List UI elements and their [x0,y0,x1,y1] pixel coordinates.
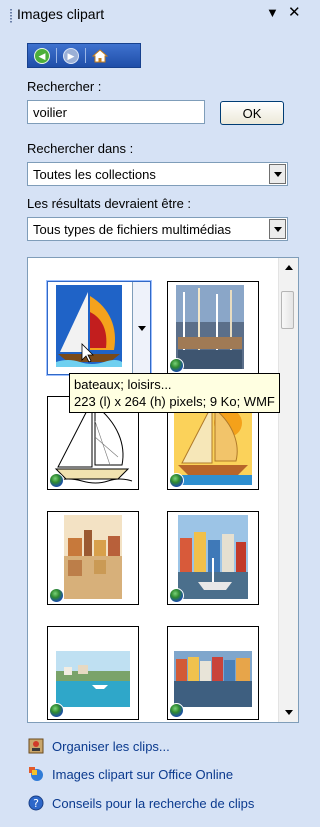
clip-thumbnail-harbor-houses[interactable] [167,626,259,720]
dropdown-arrow-icon[interactable] [269,219,286,239]
clip-thumbnail-canal-houses[interactable] [167,511,259,605]
organizer-icon [28,738,44,754]
dropdown-arrow-icon[interactable] [269,164,286,184]
office-online-icon [29,767,43,781]
help-icon: ? [28,795,44,811]
globe-icon [49,703,64,718]
globe-icon [49,588,64,603]
search-label: Rechercher : [27,79,102,94]
search-input[interactable]: voilier [27,100,205,124]
globe-icon [169,588,184,603]
globe-icon [169,703,184,718]
task-pane-titlebar: Images clipart ▼ ✕ [0,0,309,30]
task-pane-nav: ◀ ▶ [27,43,141,68]
clip-menu-dropdown[interactable] [132,282,150,374]
search-in-select[interactable]: Toutes les collections [27,162,288,186]
scroll-thumb[interactable] [281,291,294,329]
result-types-value: Tous types de fichiers multimédias [33,222,231,237]
ok-button[interactable]: OK [220,101,284,125]
clip-thumbnail-sailboat-selected[interactable] [46,280,152,376]
office-online-label: Images clipart sur Office Online [52,766,234,782]
tooltip-details: 223 (l) x 264 (h) pixels; 9 Ko; WMF [74,394,275,409]
pane-menu-dropdown-icon[interactable]: ▼ [266,5,279,20]
search-tips-label: Conseils pour la recherche de clips [52,795,255,811]
clip-thumbnail-lake-town[interactable] [47,626,139,720]
clip-thumbnail-harbor-photo[interactable] [167,281,259,375]
forward-button[interactable]: ▶ [57,44,85,67]
close-icon[interactable]: ✕ [288,3,301,21]
panel-title: Images clipart [17,6,105,22]
search-in-value: Toutes les collections [33,167,156,182]
office-online-link[interactable]: Images clipart sur Office Online [28,766,233,782]
globe-icon [169,358,184,373]
search-tips-link[interactable]: ? Conseils pour la recherche de clips [28,795,254,811]
organize-clips-label: Organiser les clips... [52,738,170,754]
drag-grip-icon[interactable] [10,9,12,23]
result-types-select[interactable]: Tous types de fichiers multimédias [27,217,288,241]
clip-thumbnail-town-reflection[interactable] [47,511,139,605]
home-icon [92,48,108,62]
scroll-down-button[interactable] [280,704,297,721]
result-types-label: Les résultats devraient être : [27,196,192,211]
results-scrollbar[interactable] [278,258,298,722]
tooltip-keywords: bateaux; loisirs... [74,377,172,392]
home-button[interactable] [86,44,114,67]
globe-icon [49,473,64,488]
svg-text:?: ? [33,797,39,810]
globe-icon [169,473,184,488]
organize-clips-link[interactable]: Organiser les clips... [28,738,170,754]
results-gallery[interactable] [27,257,299,723]
clip-tooltip: bateaux; loisirs... 223 (l) x 264 (h) pi… [69,373,280,413]
scroll-up-button[interactable] [280,259,297,276]
forward-icon: ▶ [63,47,79,64]
back-button[interactable]: ◀ [28,44,56,67]
back-icon: ◀ [34,47,50,64]
search-in-label: Rechercher dans : [27,141,134,156]
